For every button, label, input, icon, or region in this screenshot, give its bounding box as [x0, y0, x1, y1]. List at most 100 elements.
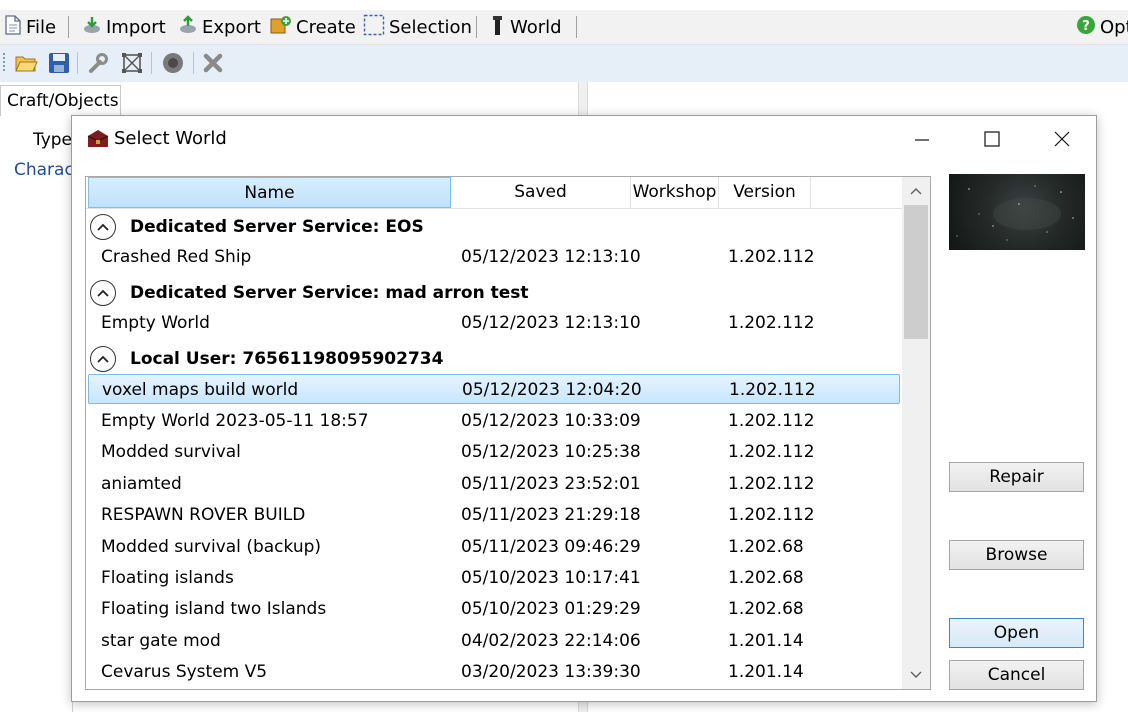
- chest-icon: [86, 128, 110, 150]
- menu-divider: [476, 16, 477, 38]
- group-header[interactable]: Dedicated Server Service: mad arron test: [90, 277, 529, 309]
- world-name: aniamted: [101, 474, 182, 494]
- world-name: voxel maps build world: [102, 380, 299, 400]
- menu-selection-label: Selection: [389, 16, 472, 38]
- table-row[interactable]: Floating islands 05/10/2023 10:17:41 1.2…: [88, 563, 900, 593]
- group-title: Local User: 76561198095902734: [130, 349, 444, 369]
- open-folder-icon[interactable]: [14, 51, 38, 75]
- table-row[interactable]: Modded survival 05/12/2023 10:25:38 1.20…: [88, 437, 900, 467]
- table-row[interactable]: Modded survival (backup) 05/11/2023 09:4…: [88, 532, 900, 562]
- world-version: 1.202.112: [729, 380, 816, 400]
- scroll-down-icon[interactable]: [902, 661, 930, 689]
- import-icon: [82, 15, 102, 40]
- world-saved: 05/11/2023 09:46:29: [461, 537, 641, 557]
- world-name: star gate mod: [101, 631, 221, 651]
- open-button[interactable]: Open: [949, 618, 1084, 648]
- toolbar: [0, 45, 1128, 82]
- toolbar-divider: [193, 52, 194, 74]
- svg-text:?: ?: [1082, 19, 1090, 34]
- chevron-up-icon[interactable]: [90, 214, 116, 240]
- menu-selection[interactable]: Selection: [363, 10, 472, 44]
- world-saved: 05/12/2023 12:04:20: [462, 380, 642, 400]
- world-saved: 05/12/2023 12:13:10: [461, 313, 641, 333]
- chevron-up-icon[interactable]: [90, 280, 116, 306]
- world-saved: 05/11/2023 23:52:01: [461, 474, 641, 494]
- table-row[interactable]: Crashed Red Ship 05/12/2023 12:13:10 1.2…: [88, 242, 900, 272]
- column-header-version[interactable]: Version: [719, 177, 811, 208]
- menu-create-label: Create: [296, 16, 356, 38]
- table-row[interactable]: Floating island two Islands 05/10/2023 0…: [88, 594, 900, 624]
- table-row[interactable]: Empty World 05/12/2023 12:13:10 1.202.11…: [88, 308, 900, 338]
- column-header-name[interactable]: Name: [88, 177, 451, 208]
- menu-world-label: World: [510, 16, 562, 38]
- menu-file-label: File: [26, 16, 57, 38]
- record-icon[interactable]: [161, 51, 185, 75]
- left-panel: [0, 120, 73, 712]
- world-version: 1.202.68: [728, 599, 804, 619]
- scroll-up-icon[interactable]: [902, 177, 930, 205]
- world-saved: 05/11/2023 21:29:18: [461, 505, 641, 525]
- close-button[interactable]: [1027, 116, 1097, 162]
- toolbar-divider: [151, 52, 152, 74]
- export-icon: [178, 14, 198, 40]
- menu-options[interactable]: ? Opt: [1076, 10, 1128, 44]
- repair-button[interactable]: Repair: [949, 462, 1084, 492]
- wrench-icon[interactable]: [86, 51, 110, 75]
- menu-options-label: Opt: [1100, 16, 1128, 38]
- cancel-button[interactable]: Cancel: [949, 660, 1084, 690]
- world-version: 1.202.68: [728, 568, 804, 588]
- world-saved: 05/10/2023 01:29:29: [461, 599, 641, 619]
- table-row[interactable]: aniamted 05/11/2023 23:52:01 1.202.112: [88, 469, 900, 499]
- menu-import[interactable]: Import: [82, 10, 166, 44]
- delete-icon[interactable]: [201, 51, 225, 75]
- table-row[interactable]: RESPAWN ROVER BUILD 05/11/2023 21:29:18 …: [88, 500, 900, 530]
- world-name: Modded survival (backup): [101, 537, 322, 557]
- table-row[interactable]: Cevarus System V5 03/20/2023 13:39:30 1.…: [88, 657, 900, 687]
- world-list[interactable]: Name Saved Workshop Version Dedicated Se…: [85, 176, 931, 690]
- toolbar-grip[interactable]: [3, 53, 5, 73]
- world-version: 1.201.14: [728, 662, 804, 682]
- table-row[interactable]: star gate mod 04/02/2023 22:14:06 1.201.…: [88, 626, 900, 656]
- table-row[interactable]: Empty World 2023-05-11 18:57 05/12/2023 …: [88, 406, 900, 436]
- save-icon[interactable]: [47, 51, 71, 75]
- menu-bar: File Import Export Create Selection Worl…: [0, 10, 1128, 45]
- left-list-item[interactable]: Charact: [14, 160, 74, 180]
- column-header-saved[interactable]: Saved: [451, 177, 631, 208]
- menu-import-label: Import: [106, 16, 166, 38]
- chevron-up-icon[interactable]: [90, 346, 116, 372]
- table-row-selected[interactable]: voxel maps build world 05/12/2023 12:04:…: [88, 374, 900, 404]
- toolbar-divider: [77, 52, 78, 74]
- world-icon: [490, 14, 506, 41]
- menu-world[interactable]: World: [490, 10, 562, 44]
- world-saved: 05/12/2023 10:25:38: [461, 442, 641, 462]
- dialog-titlebar[interactable]: Select World: [72, 116, 1096, 162]
- vertical-scrollbar[interactable]: [902, 177, 930, 689]
- tab-craft-objects[interactable]: Craft/Objects: [0, 85, 121, 116]
- select-world-dialog: Select World Name Saved Workshop Version…: [71, 115, 1097, 702]
- world-version: 1.202.112: [728, 313, 815, 333]
- list-header: Name Saved Workshop Version: [86, 177, 902, 209]
- group-header[interactable]: Dedicated Server Service: EOS: [90, 211, 424, 243]
- maximize-button[interactable]: [957, 116, 1027, 162]
- group-title: Dedicated Server Service: EOS: [130, 217, 424, 237]
- menu-divider: [576, 16, 577, 38]
- world-saved: 04/02/2023 22:14:06: [461, 631, 641, 651]
- minimize-button[interactable]: [887, 116, 957, 162]
- world-version: 1.202.112: [728, 247, 815, 267]
- world-version: 1.202.68: [728, 537, 804, 557]
- menu-file[interactable]: File: [4, 10, 56, 44]
- world-version: 1.202.112: [728, 411, 815, 431]
- scrollbar-thumb[interactable]: [904, 205, 928, 339]
- group-header[interactable]: Local User: 76561198095902734: [90, 343, 443, 375]
- world-version: 1.202.112: [728, 474, 815, 494]
- world-name: Modded survival: [101, 442, 241, 462]
- menu-create[interactable]: Create: [270, 10, 356, 44]
- group-title: Dedicated Server Service: mad arron test: [130, 283, 529, 303]
- menu-divider: [68, 16, 69, 38]
- browse-button[interactable]: Browse: [949, 540, 1084, 570]
- transform-icon[interactable]: [120, 51, 144, 75]
- world-name: Empty World: [101, 313, 210, 333]
- menu-export[interactable]: Export: [178, 10, 261, 44]
- column-header-workshop[interactable]: Workshop: [631, 177, 719, 208]
- left-column-header[interactable]: Type: [0, 122, 72, 158]
